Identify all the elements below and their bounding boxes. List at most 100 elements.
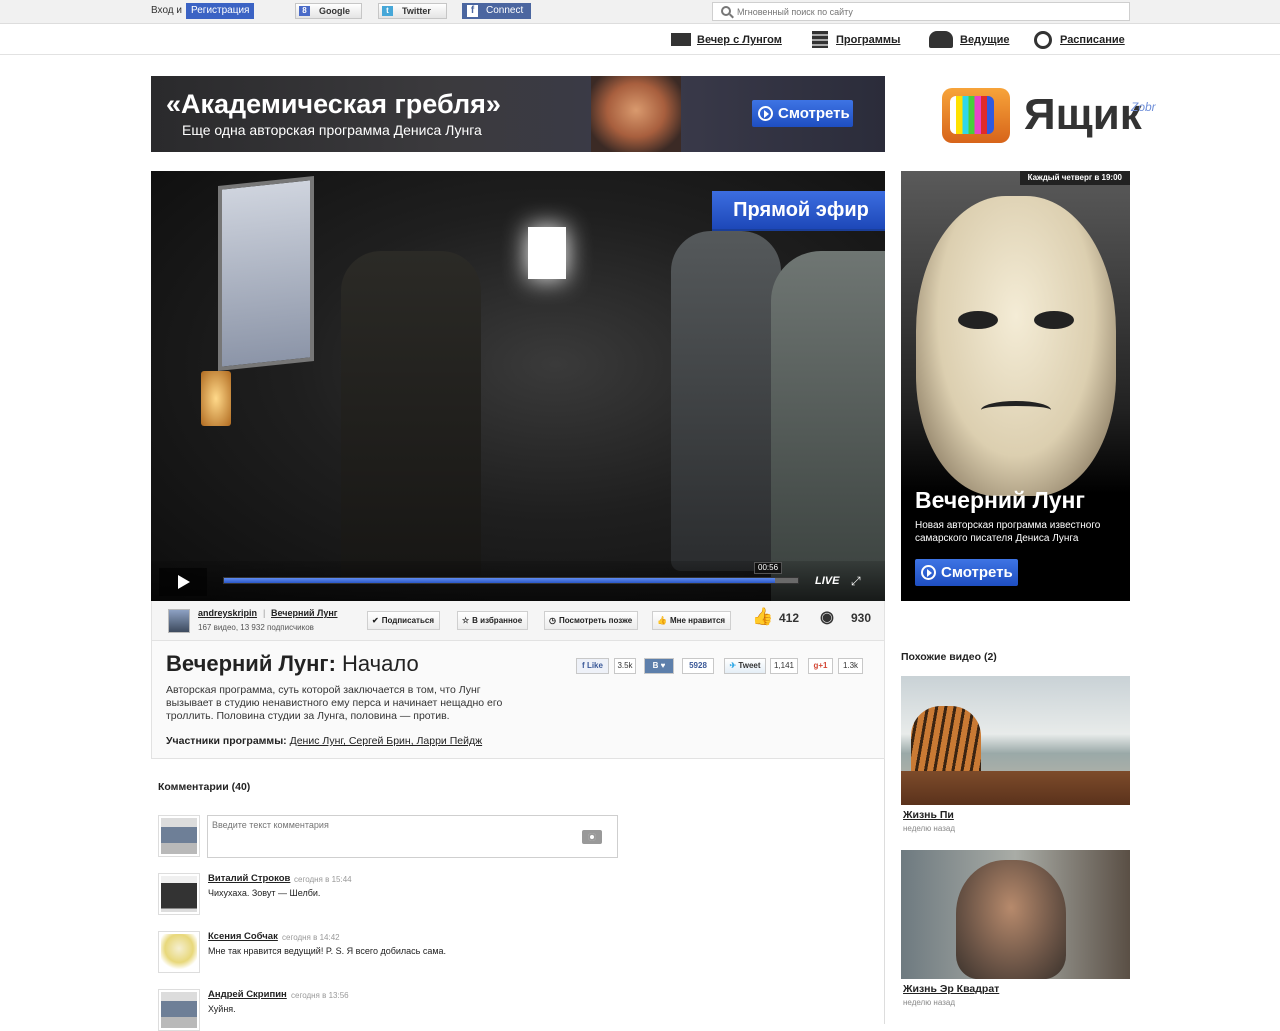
comment-text: Чихухаха. Зовут — Шелби. [208, 888, 321, 898]
comment-author[interactable]: Виталий Строков [208, 873, 290, 884]
nav-item-schedule[interactable]: Расписание [1060, 34, 1125, 46]
camera-icon[interactable] [582, 830, 602, 844]
boat-image [901, 771, 1130, 805]
fb-like-count: 3.5k [614, 658, 636, 674]
facebook-connect-button[interactable]: f Connect [462, 3, 531, 19]
comment-input[interactable] [207, 815, 618, 858]
site-logo[interactable]: Ящик Zobr [942, 76, 1156, 146]
comment-author[interactable]: Ксения Собчак [208, 931, 278, 942]
likes-count: 412 [779, 611, 800, 625]
tweet-count: 1,141 [770, 658, 798, 674]
login-link[interactable]: Вход и [151, 5, 182, 16]
sidebar-promo[interactable]: Каждый четверг в 19:00 Вечерний Лунг Нов… [901, 171, 1130, 601]
comment-time: сегодня в 13:56 [291, 991, 349, 1000]
similar-title[interactable]: Жизнь Пи [903, 809, 954, 821]
clock-icon: ◷ [549, 616, 556, 625]
comment-author[interactable]: Андрей Скрипин [208, 989, 287, 1000]
similar-thumb[interactable] [901, 850, 1130, 979]
channel-name[interactable]: Вечерний Лунг [271, 608, 338, 618]
video-description: Авторская программа, суть которой заключ… [166, 684, 503, 722]
comment-textarea[interactable] [212, 820, 572, 850]
uploader-name[interactable]: andreyskripin [198, 608, 257, 618]
promo-watch-button[interactable]: Смотреть [915, 559, 1018, 586]
star-icon: ☆ [462, 616, 470, 625]
nav-item-evening[interactable]: Вечер с Лунгом [697, 34, 782, 46]
thumbs-up-icon: 👍 [752, 607, 774, 626]
similar-time: неделю назад [903, 824, 955, 833]
nav-item-programs[interactable]: Программы [836, 34, 900, 46]
top-bar: Вход и Регистрация 8 Google t Twitter f Con… [0, 0, 1280, 24]
uploader-avatar[interactable] [168, 609, 190, 633]
like-button[interactable]: 👍 Мне нравится [652, 611, 732, 630]
vk-like-button[interactable]: В ♥ [644, 658, 674, 674]
column-divider [884, 759, 885, 1024]
promo-subtitle: Новая авторская программа известного сам… [915, 520, 1101, 544]
watch-later-button[interactable]: ◷ Посмотреть позже [544, 611, 639, 630]
logo-badge: Zobr [1131, 100, 1156, 114]
live-label: LIVE [815, 575, 840, 587]
google-login-button[interactable]: 8 Google [295, 3, 362, 19]
studio-monitor-image [218, 175, 314, 372]
studio-light-image [528, 227, 566, 279]
video-player[interactable]: Прямой эфир 00:56 LIVE ⤢ [151, 171, 885, 601]
check-icon: ✔ [372, 616, 379, 625]
uploader-bar: andreyskripin | Вечерний Лунг 167 видео,… [151, 601, 885, 641]
promo-banner[interactable]: «Академическая гребля» Еще одна авторска… [151, 76, 885, 152]
subscribe-button[interactable]: ✔ Подписаться [367, 611, 441, 630]
banner-mask-image [591, 76, 681, 152]
members-links[interactable]: Денис Лунг, Сергей Брин, Ларри Пейдж [290, 735, 483, 747]
facebook-icon: f [467, 5, 478, 17]
similar-title[interactable]: Жизнь Эр Квадрат [903, 983, 999, 995]
seek-bar[interactable] [223, 577, 799, 584]
fullscreen-icon[interactable]: ⤢ [851, 575, 863, 587]
separator: | [263, 608, 266, 618]
nav-item-hosts[interactable]: Ведущие [960, 34, 1009, 46]
comments-header: Комментарии (40) [158, 781, 251, 793]
search-icon [721, 6, 731, 16]
player-controls: 00:56 LIVE ⤢ [151, 561, 885, 601]
banner-subtitle: Еще одна авторская программа Дениса Лунг… [182, 122, 482, 138]
comment-avatar[interactable] [158, 989, 200, 1031]
studio-lamp-image [201, 371, 231, 426]
tweet-button[interactable]: ✈ Tweet [724, 658, 766, 674]
gplus-button[interactable]: g+1 [808, 658, 833, 674]
banner-watch-button[interactable]: Смотреть [752, 100, 853, 127]
schedule-tag: Каждый четверг в 19:00 [1019, 171, 1130, 185]
twitter-login-button[interactable]: t Twitter [378, 3, 447, 19]
play-circle-icon [921, 565, 936, 580]
comment-text: Хуйня. [208, 1004, 236, 1014]
tv-icon [942, 88, 1010, 143]
my-avatar [158, 815, 200, 857]
fb-like-button[interactable]: f Like [576, 658, 609, 674]
search-box[interactable] [712, 2, 1130, 21]
heart-icon: ♥ [660, 661, 666, 670]
actor-face-image [956, 860, 1066, 979]
video-title: Вечерний Лунг: Начало [166, 651, 419, 676]
google-icon: 8 [299, 6, 310, 16]
comment-avatar[interactable] [158, 873, 200, 915]
similar-thumb[interactable] [901, 676, 1130, 805]
favorite-button[interactable]: ☆ В избранное [457, 611, 529, 630]
comment-avatar[interactable] [158, 931, 200, 973]
time-indicator: 00:56 [754, 562, 783, 574]
search-input[interactable] [737, 5, 1117, 19]
banner-title: «Академическая гребля» [166, 89, 501, 119]
users-icon [929, 31, 953, 48]
clock-icon [1034, 31, 1052, 49]
cameraman-image [771, 251, 885, 601]
guy-fawkes-mask-image [916, 196, 1116, 496]
similar-header: Похожие видео (2) [901, 651, 997, 663]
comment-time: сегодня в 15:44 [294, 875, 352, 884]
similar-time: неделю назад [903, 998, 955, 1007]
program-members: Участники программы: Денис Лунг, Сергей … [166, 735, 483, 747]
vk-like-count: 5928 [682, 658, 714, 674]
video-info: Вечерний Лунг: Начало Авторская программ… [151, 641, 885, 759]
register-button[interactable]: Регистрация [186, 3, 255, 19]
eye-icon: ◉ [820, 609, 834, 626]
play-button[interactable] [159, 568, 207, 596]
film-icon [812, 31, 828, 48]
thumbs-up-icon: 👍 [657, 616, 667, 625]
crew-image [671, 231, 781, 571]
main-nav: Вечер с Лунгом Программы Ведущие Расписа… [0, 25, 1280, 55]
video-camera-icon [671, 33, 691, 46]
